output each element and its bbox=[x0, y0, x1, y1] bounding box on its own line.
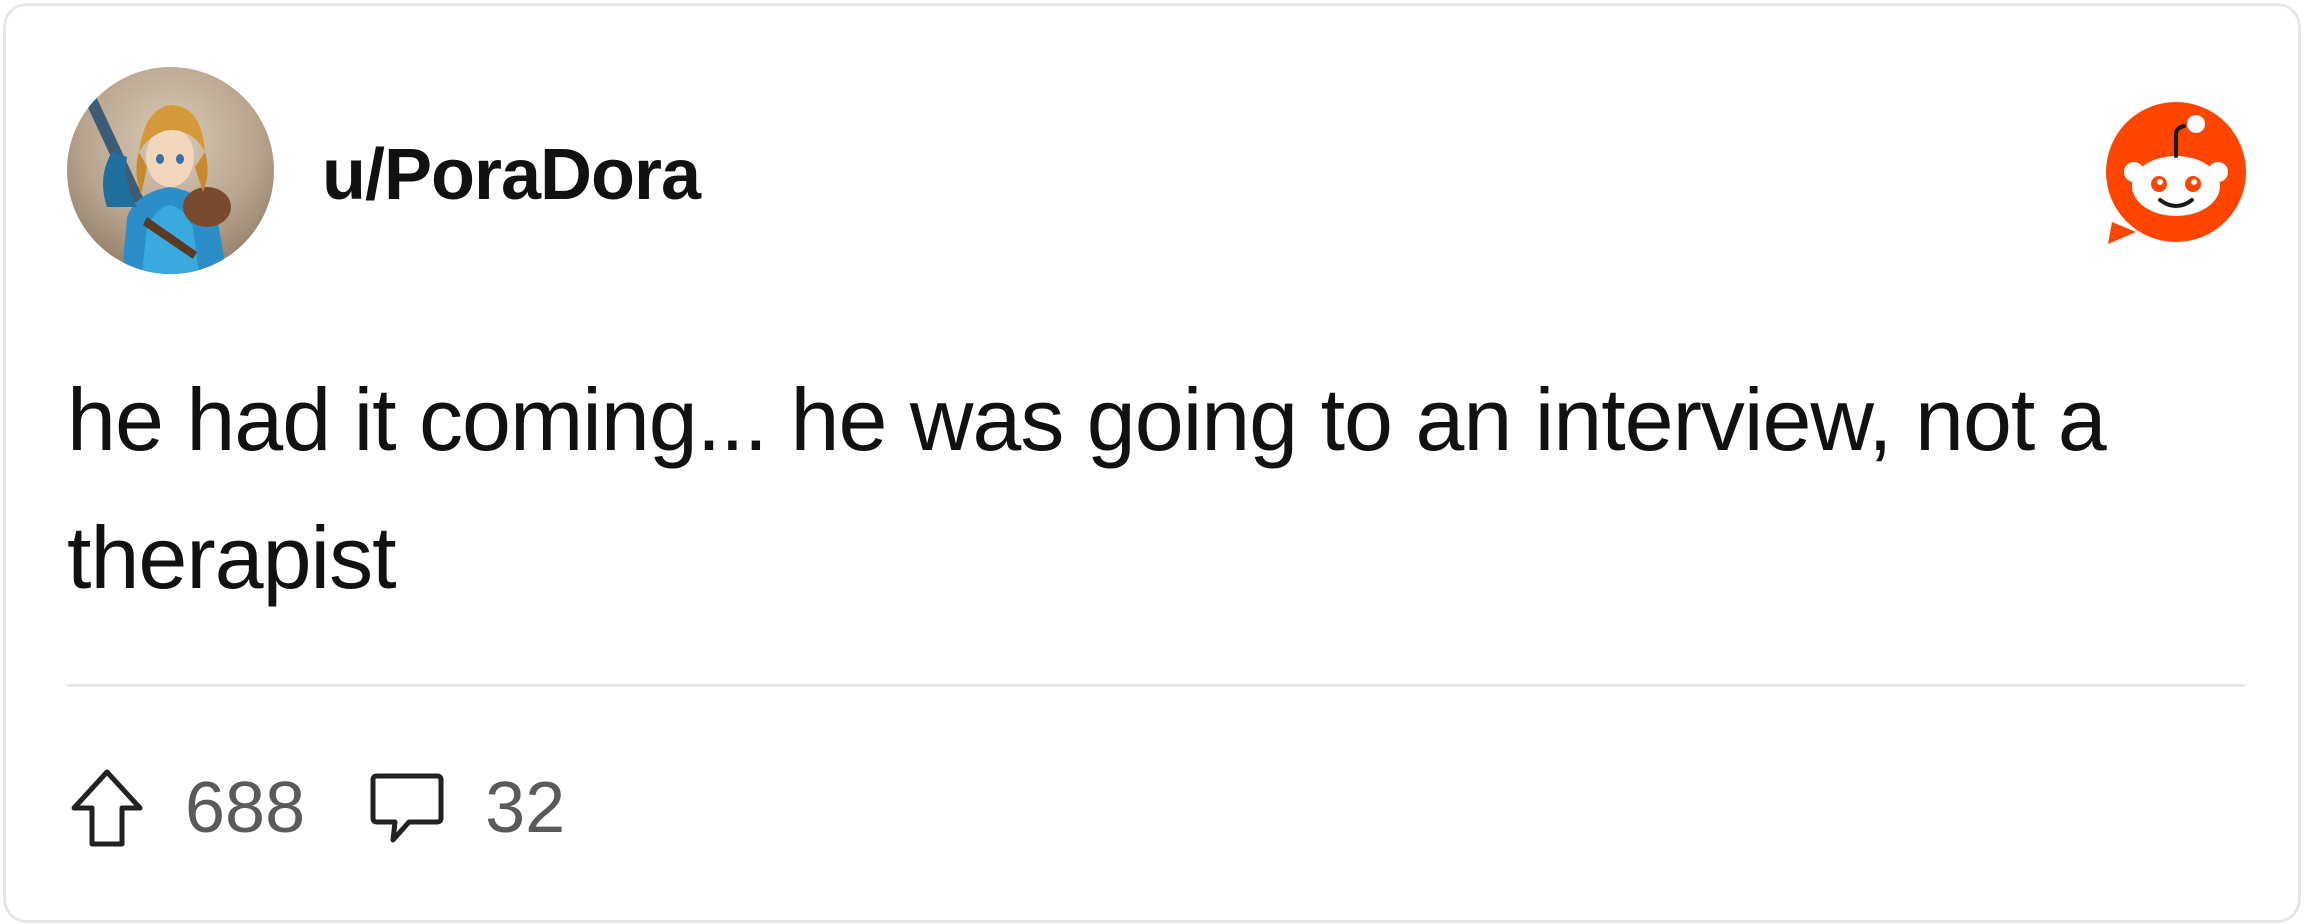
upvote-arrow-icon[interactable] bbox=[67, 768, 147, 848]
comment-bubble-icon[interactable] bbox=[367, 768, 447, 848]
comments-group[interactable]: 32 bbox=[367, 767, 565, 849]
comment-body: he had it coming... he was going to an i… bbox=[67, 370, 2107, 607]
username[interactable]: u/PoraDora bbox=[322, 134, 701, 216]
avatar[interactable] bbox=[67, 67, 274, 274]
comment-count: 32 bbox=[485, 768, 566, 848]
divider bbox=[67, 684, 2245, 687]
comment-card: u/PoraDora he had it coming... he was go… bbox=[3, 3, 2301, 923]
reddit-logo-icon bbox=[2102, 102, 2250, 250]
upvote-count: 688 bbox=[185, 768, 306, 848]
comment-footer: 688 32 bbox=[67, 763, 565, 853]
